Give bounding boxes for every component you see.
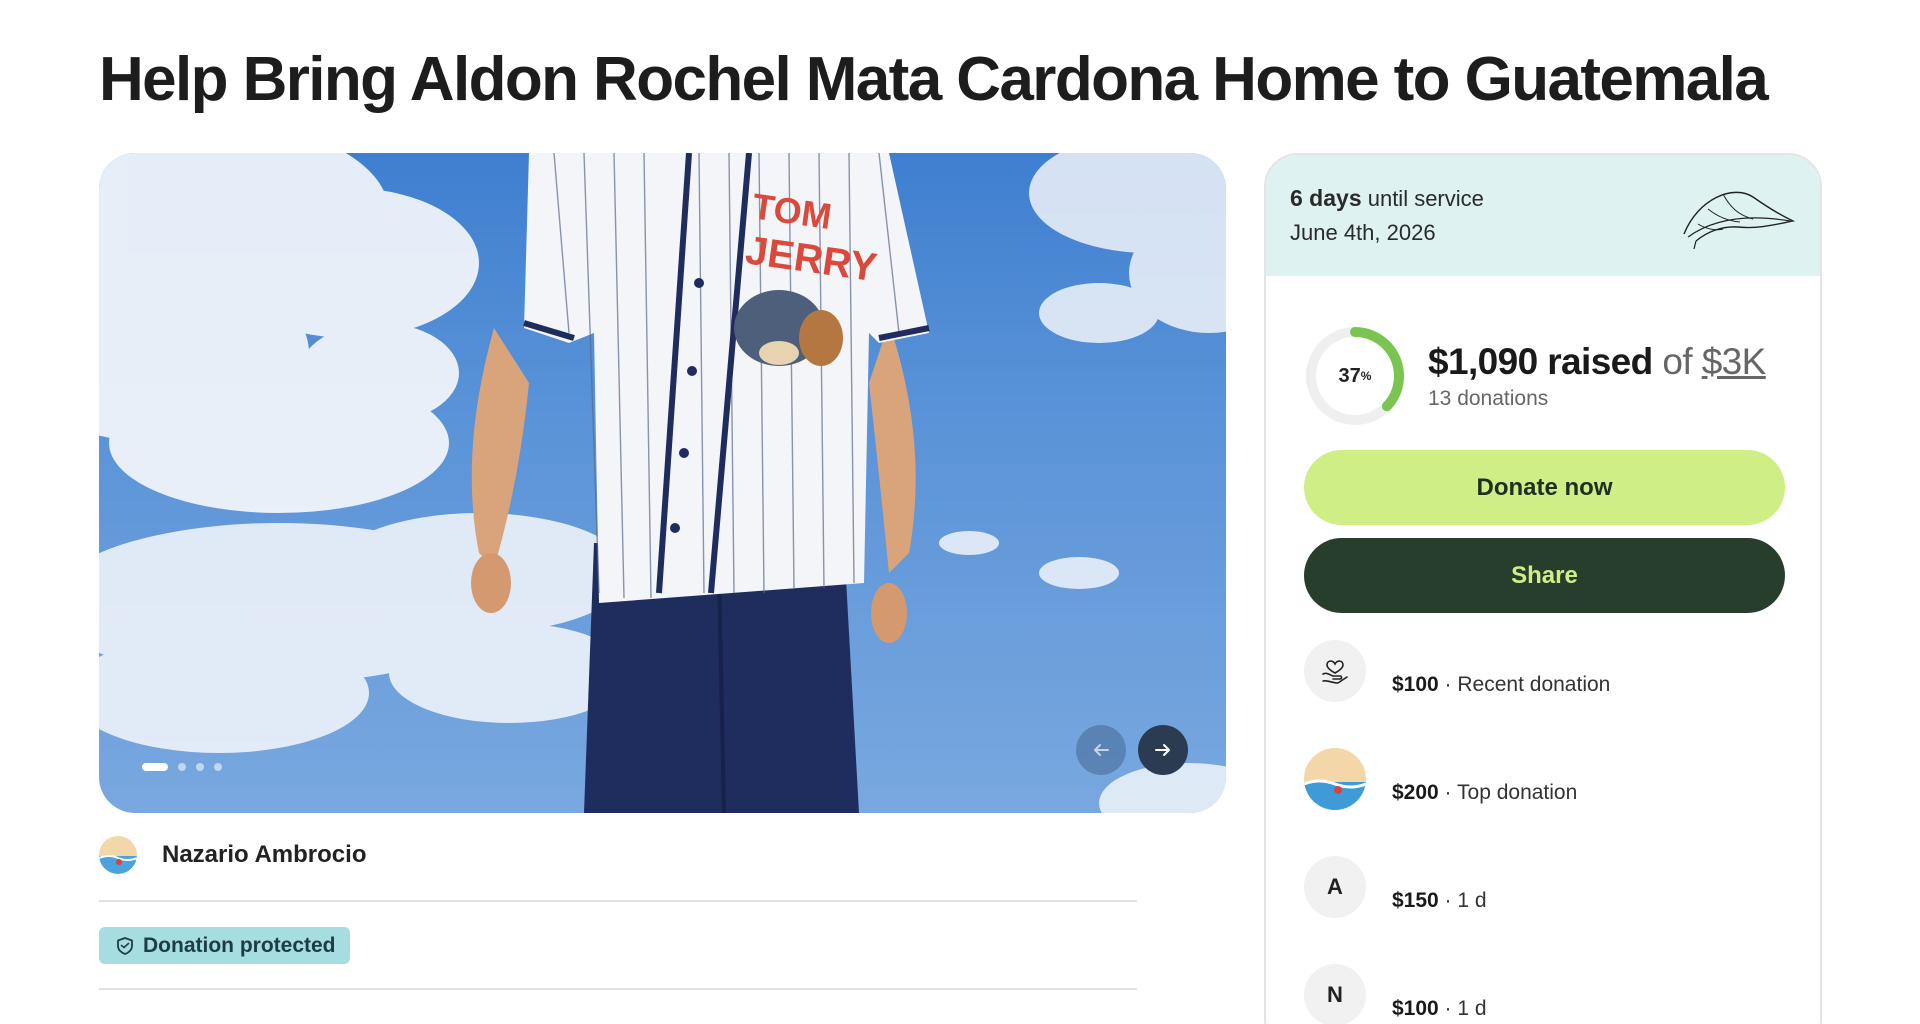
donation-item: $100 · Recent donation (1304, 640, 1610, 702)
donation-avatar (1304, 748, 1366, 810)
donation-card: 6 days until service June 4th, 2026 37% (1264, 153, 1822, 1024)
until-service-text: until service (1361, 186, 1484, 211)
shield-icon (117, 936, 133, 955)
carousel-dot-2[interactable] (178, 763, 186, 771)
days-count: 6 days (1290, 185, 1362, 211)
beach-photo (1304, 748, 1366, 810)
carousel-dots (142, 763, 222, 771)
arrow-left-icon (1094, 744, 1109, 756)
donation-avatar: N (1304, 964, 1366, 1024)
donate-now-button[interactable]: Donate now (1304, 450, 1785, 525)
heart-hand-icon (1322, 660, 1348, 684)
carousel-dot-4[interactable] (214, 763, 222, 771)
raised-summary: $1,090 raised of $3K 13 donations (1428, 341, 1766, 411)
page-title: Help Bring Aldon Rochel Mata Cardona Hom… (99, 45, 1769, 114)
raised-amount: $1,090 raised of $3K (1428, 341, 1767, 382)
fundraiser-page: Help Bring Aldon Rochel Mata Cardona Hom… (0, 0, 1920, 1024)
organizer-row[interactable]: Nazario Ambrocio (99, 836, 366, 874)
donation-text: $100 · Recent donation (1392, 673, 1611, 696)
donation-avatar (1304, 640, 1366, 702)
carousel-prev-button[interactable] (1076, 725, 1126, 775)
donation-item: N $100 · 1 d (1304, 964, 1487, 1024)
organizer-avatar (99, 836, 137, 874)
share-button[interactable]: Share (1304, 538, 1785, 613)
divider (99, 900, 1137, 902)
donation-protected-badge[interactable]: Donation protected (99, 927, 350, 964)
carousel-next-button[interactable] (1138, 725, 1188, 775)
carousel-dot-3[interactable] (196, 763, 204, 771)
donations-count: 13 donations (1428, 387, 1549, 410)
organizer-name[interactable]: Nazario Ambrocio (162, 841, 366, 869)
arrow-right-icon (1155, 744, 1170, 756)
donation-text: $200 · Top donation (1392, 781, 1578, 804)
badge-label: Donation protected (143, 933, 336, 957)
donation-text: $150 · 1 d (1392, 889, 1487, 912)
progress-percent: 37% (1338, 364, 1372, 387)
leaf-icon (1683, 191, 1796, 250)
divider (99, 988, 1137, 990)
progress-row: 37% $1,090 raised of $3K 13 donations (1304, 325, 1766, 427)
goal-amount[interactable]: $3K (1702, 341, 1767, 382)
donation-avatar: A (1304, 856, 1366, 918)
donation-item: $200 · Top donation (1304, 748, 1577, 810)
carousel-dot-1[interactable] (142, 763, 168, 771)
service-banner: 6 days until service June 4th, 2026 (1266, 155, 1820, 276)
donation-text: $100 · 1 d (1392, 997, 1487, 1020)
raised-value: $1,090 raised (1428, 341, 1653, 382)
donation-item: A $150 · 1 d (1304, 856, 1487, 918)
hero-image-carousel[interactable]: TOM JERRY (99, 153, 1226, 813)
progress-ring: 37% (1304, 325, 1406, 427)
hero-photo: TOM JERRY (99, 153, 1226, 813)
